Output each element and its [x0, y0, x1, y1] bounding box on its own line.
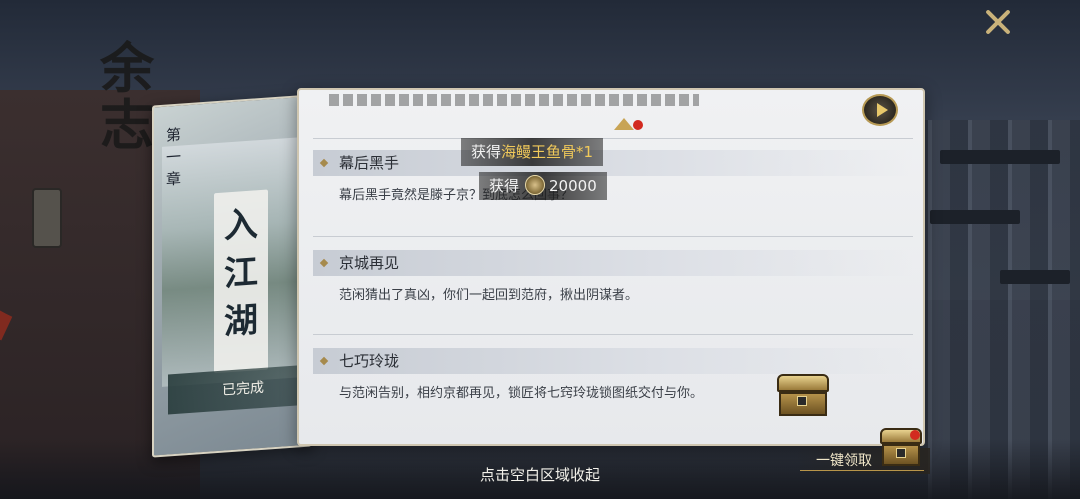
treasure-chest-icon[interactable] [777, 374, 829, 418]
divider [313, 138, 913, 139]
lantern-decoration [32, 188, 62, 248]
divider [313, 236, 913, 237]
close-icon[interactable] [982, 6, 1014, 38]
diamond-bullet-icon [319, 258, 329, 268]
task-item[interactable]: 京城再见 范闲猜出了真凶，你们一起回到范府，揪出阴谋者。 [313, 250, 913, 306]
diamond-bullet-icon [319, 356, 329, 366]
task-description: 范闲猜出了真凶，你们一起回到范府，揪出阴谋者。 [339, 288, 639, 303]
chapter-card[interactable]: 第 一 章 入 江 湖 已完成 [152, 94, 318, 458]
task-header: 七巧玲珑 [313, 348, 913, 374]
chapter-title: 入 江 湖 [224, 204, 258, 343]
scrolled-text-fragment [329, 94, 699, 106]
claim-underline [800, 470, 924, 471]
reward-prefix: 获得 [471, 143, 502, 161]
collapse-hint: 点击空白区域收起 [479, 466, 600, 484]
reward-amount: 20000 [549, 177, 597, 195]
chevron-up-icon[interactable] [614, 116, 634, 130]
task-item[interactable]: 幕后黑手 幕后黑手竟然是滕子京？到底怎么回事？ [313, 150, 913, 206]
reward-toast: 获得海鳗王鱼骨*1 [461, 138, 604, 166]
task-title: 京城再见 [339, 254, 400, 272]
task-header: 幕后黑手 [313, 150, 913, 176]
task-description: 幕后黑手竟然是滕子京？到底怎么回事？ [339, 188, 574, 203]
chapter-number: 第 一 章 [166, 125, 182, 189]
notification-dot [910, 430, 920, 440]
play-icon[interactable] [862, 94, 898, 126]
reward-toast: 获得 20000 [479, 172, 607, 200]
divider [313, 334, 913, 335]
reward-item-name: 海鳗王鱼骨*1 [501, 143, 594, 161]
reward-prefix: 获得 [489, 177, 520, 195]
task-header: 京城再见 [313, 250, 913, 276]
task-title: 七巧玲珑 [339, 352, 400, 370]
quest-panel: 幕后黑手 幕后黑手竟然是滕子京？到底怎么回事？ 京城再见 范闲猜出了真凶，你们一… [297, 88, 925, 446]
background-roof [930, 210, 1020, 224]
notification-dot [633, 120, 643, 130]
background-roof [1000, 270, 1070, 284]
background-roof [940, 150, 1060, 164]
coin-icon [525, 175, 546, 195]
diamond-bullet-icon [319, 158, 329, 168]
task-title: 幕后黑手 [339, 154, 400, 172]
